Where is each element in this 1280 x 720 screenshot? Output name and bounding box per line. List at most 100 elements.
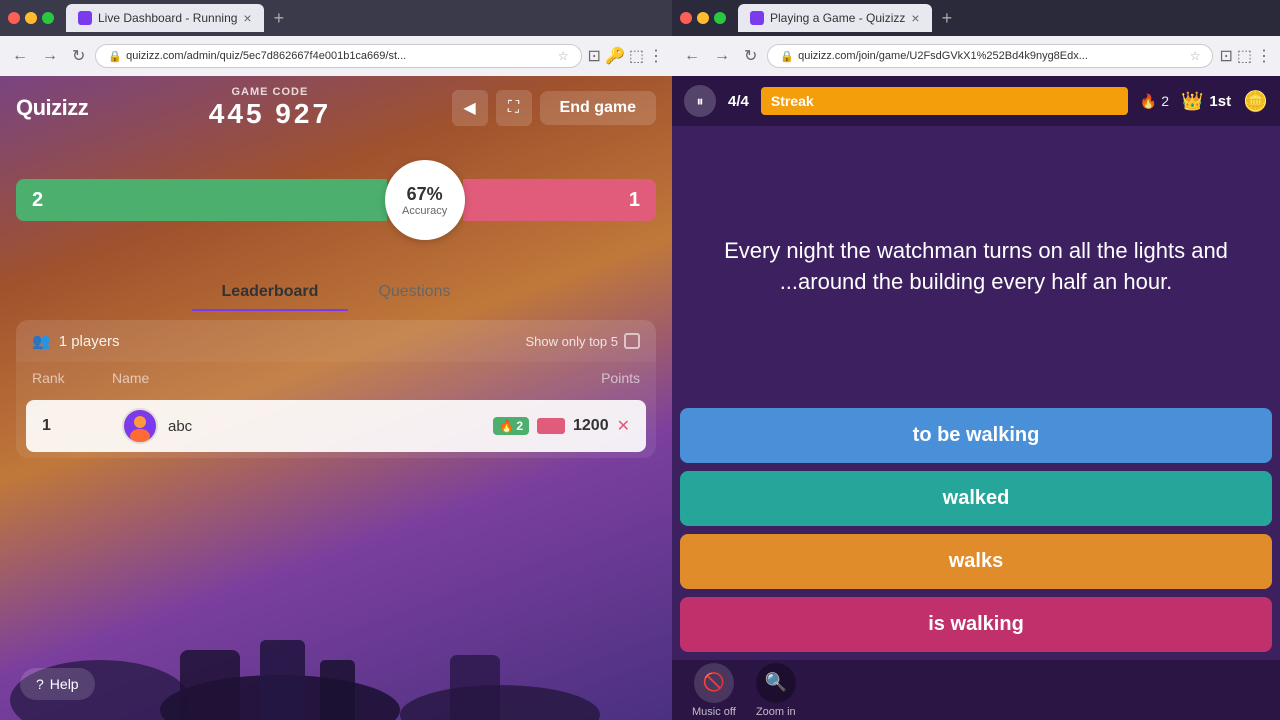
back-button-right[interactable]: ← bbox=[680, 45, 704, 67]
incorrect-count: 1 bbox=[629, 189, 640, 212]
menu-icon-right[interactable]: ⋮ bbox=[1256, 46, 1272, 66]
tab-bar-right: Playing a Game - Quizizz × + bbox=[672, 0, 1280, 36]
new-tab-button-left[interactable]: + bbox=[268, 8, 291, 29]
help-label: Help bbox=[50, 676, 79, 692]
player-rank: 1 bbox=[42, 417, 122, 435]
music-icon: 🚫 bbox=[694, 663, 734, 703]
extension-icon-2[interactable]: 🔑 bbox=[605, 46, 625, 66]
pause-button[interactable]: ⏸ bbox=[684, 85, 716, 117]
tab-close-left[interactable]: × bbox=[243, 10, 251, 26]
star-icon-right[interactable]: ☆ bbox=[1190, 49, 1201, 63]
tab-favicon-right bbox=[750, 11, 764, 25]
audio-button[interactable]: ◀ bbox=[452, 90, 488, 126]
col-name-header: Name bbox=[112, 370, 500, 386]
accuracy-pct: 67% bbox=[407, 184, 443, 205]
address-input-right[interactable]: 🔒 quizizz.com/join/game/U2FsdGVkX1%252Bd… bbox=[767, 44, 1213, 68]
position-badge: 👑 1st bbox=[1181, 91, 1231, 112]
extension-icon-1[interactable]: ⊡ bbox=[588, 46, 601, 66]
address-input-left[interactable]: 🔒 quizizz.com/admin/quiz/5ec7d862667f4e0… bbox=[95, 44, 581, 68]
answers-grid: to be walking walked walks is walking bbox=[672, 408, 1280, 660]
forward-button-right[interactable]: → bbox=[710, 45, 734, 67]
tab-questions[interactable]: Questions bbox=[348, 275, 480, 311]
kick-button[interactable]: ✕ bbox=[617, 416, 630, 436]
answer-option-2[interactable]: walked bbox=[680, 471, 1272, 526]
lightning-icon: 🔥 bbox=[1140, 93, 1157, 110]
tab-close-right[interactable]: × bbox=[911, 10, 919, 26]
minimize-dot[interactable] bbox=[25, 12, 37, 24]
player-points: 1200 bbox=[573, 417, 609, 435]
col-rank-header: Rank bbox=[32, 370, 112, 386]
star-icon-left[interactable]: ☆ bbox=[558, 49, 569, 63]
reload-button-left[interactable]: ↻ bbox=[68, 44, 89, 68]
leaderboard-section: 👥 1 players Show only top 5 Rank Name Po… bbox=[16, 320, 656, 458]
correct-count: 2 bbox=[32, 189, 43, 212]
game-header: Quizizz GAME CODE 445 927 ◀ ⛶ End game bbox=[0, 76, 672, 140]
game-code-label: GAME CODE bbox=[209, 86, 331, 98]
question-area: Every night the watchman turns on all th… bbox=[672, 126, 1280, 408]
active-tab-left[interactable]: Live Dashboard - Running × bbox=[66, 4, 264, 32]
game-code-section: GAME CODE 445 927 bbox=[209, 86, 331, 130]
new-tab-button-right[interactable]: + bbox=[936, 8, 959, 29]
close-dot-right[interactable] bbox=[680, 12, 692, 24]
extension-icon-r2[interactable]: ⬚ bbox=[1237, 46, 1252, 66]
tab-title-right: Playing a Game - Quizizz bbox=[770, 11, 905, 25]
leaderboard-header: 👥 1 players Show only top 5 bbox=[16, 320, 656, 362]
players-info: 👥 1 players bbox=[32, 332, 120, 350]
back-button-left[interactable]: ← bbox=[8, 45, 32, 67]
streak-value: 2 bbox=[516, 419, 523, 433]
answer-option-3[interactable]: walks bbox=[680, 534, 1272, 589]
toolbar-icons-left: ⊡ 🔑 ⬚ ⋮ bbox=[588, 46, 664, 66]
lock-icon-right: 🔒 bbox=[780, 50, 794, 63]
end-game-button[interactable]: End game bbox=[540, 91, 656, 125]
forward-button-left[interactable]: → bbox=[38, 45, 62, 67]
streak-count-right: 🔥 2 bbox=[1140, 93, 1169, 110]
answer-option-1[interactable]: to be walking bbox=[680, 408, 1272, 463]
maximize-dot-right[interactable] bbox=[714, 12, 726, 24]
zoom-in-button[interactable]: 🔍 Zoom in bbox=[756, 663, 796, 718]
players-count: 1 players bbox=[59, 333, 120, 350]
help-button[interactable]: ? Help bbox=[20, 668, 95, 700]
question-text: Every night the watchman turns on all th… bbox=[692, 146, 1260, 388]
extension-icon-3[interactable]: ⬚ bbox=[629, 46, 644, 66]
game-code-value: 445 927 bbox=[209, 98, 331, 130]
right-game-header: ⏸ 4/4 Streak 🔥 2 👑 1st 🪙 bbox=[672, 76, 1280, 126]
tabs-section: Leaderboard Questions bbox=[16, 275, 656, 311]
zoom-icon: 🔍 bbox=[756, 663, 796, 703]
player-points-cell: 🔥 2 1200 ✕ bbox=[490, 416, 630, 436]
streak-label: Streak bbox=[771, 93, 814, 109]
tab-leaderboard[interactable]: Leaderboard bbox=[192, 275, 349, 311]
browser-chrome-left: Live Dashboard - Running × + ← → ↻ 🔒 qui… bbox=[0, 0, 672, 76]
avatar bbox=[122, 408, 158, 444]
correct-bar: 2 bbox=[16, 179, 387, 221]
col-points-header: Points bbox=[500, 370, 640, 386]
music-off-label: Music off bbox=[692, 706, 736, 718]
leaderboard-table-header: Rank Name Points bbox=[16, 362, 656, 394]
window-controls-right bbox=[680, 12, 726, 24]
maximize-dot[interactable] bbox=[42, 12, 54, 24]
streak-badge: 🔥 2 bbox=[493, 417, 529, 435]
menu-icon-left[interactable]: ⋮ bbox=[648, 46, 664, 66]
address-bar-left: ← → ↻ 🔒 quizizz.com/admin/quiz/5ec7d8626… bbox=[0, 36, 672, 76]
player-name-cell: abc bbox=[122, 408, 490, 444]
question-counter: 4/4 bbox=[728, 93, 749, 110]
window-controls bbox=[8, 12, 54, 24]
quizizz-logo: Quizizz bbox=[16, 95, 88, 121]
address-text-left: quizizz.com/admin/quiz/5ec7d862667f4e001… bbox=[126, 50, 554, 62]
accuracy-circle: 67% Accuracy bbox=[385, 160, 465, 240]
top5-checkbox[interactable] bbox=[624, 333, 640, 349]
close-dot[interactable] bbox=[8, 12, 20, 24]
streak-bar: Streak bbox=[761, 87, 1128, 115]
header-controls: ◀ ⛶ End game bbox=[452, 90, 656, 126]
extension-icon-r1[interactable]: ⊡ bbox=[1219, 46, 1232, 66]
reload-button-right[interactable]: ↻ bbox=[740, 44, 761, 68]
bottom-controls: 🚫 Music off 🔍 Zoom in bbox=[672, 660, 1280, 720]
active-tab-right[interactable]: Playing a Game - Quizizz × bbox=[738, 4, 932, 32]
music-off-button[interactable]: 🚫 Music off bbox=[692, 663, 736, 718]
avatar-icon bbox=[124, 410, 156, 442]
right-panel: Playing a Game - Quizizz × + ← → ↻ 🔒 qui… bbox=[672, 0, 1280, 720]
players-icon: 👥 bbox=[32, 332, 51, 350]
minimize-dot-right[interactable] bbox=[697, 12, 709, 24]
answer-option-4[interactable]: is walking bbox=[680, 597, 1272, 652]
player-name: abc bbox=[168, 418, 192, 435]
fullscreen-button[interactable]: ⛶ bbox=[496, 90, 532, 126]
